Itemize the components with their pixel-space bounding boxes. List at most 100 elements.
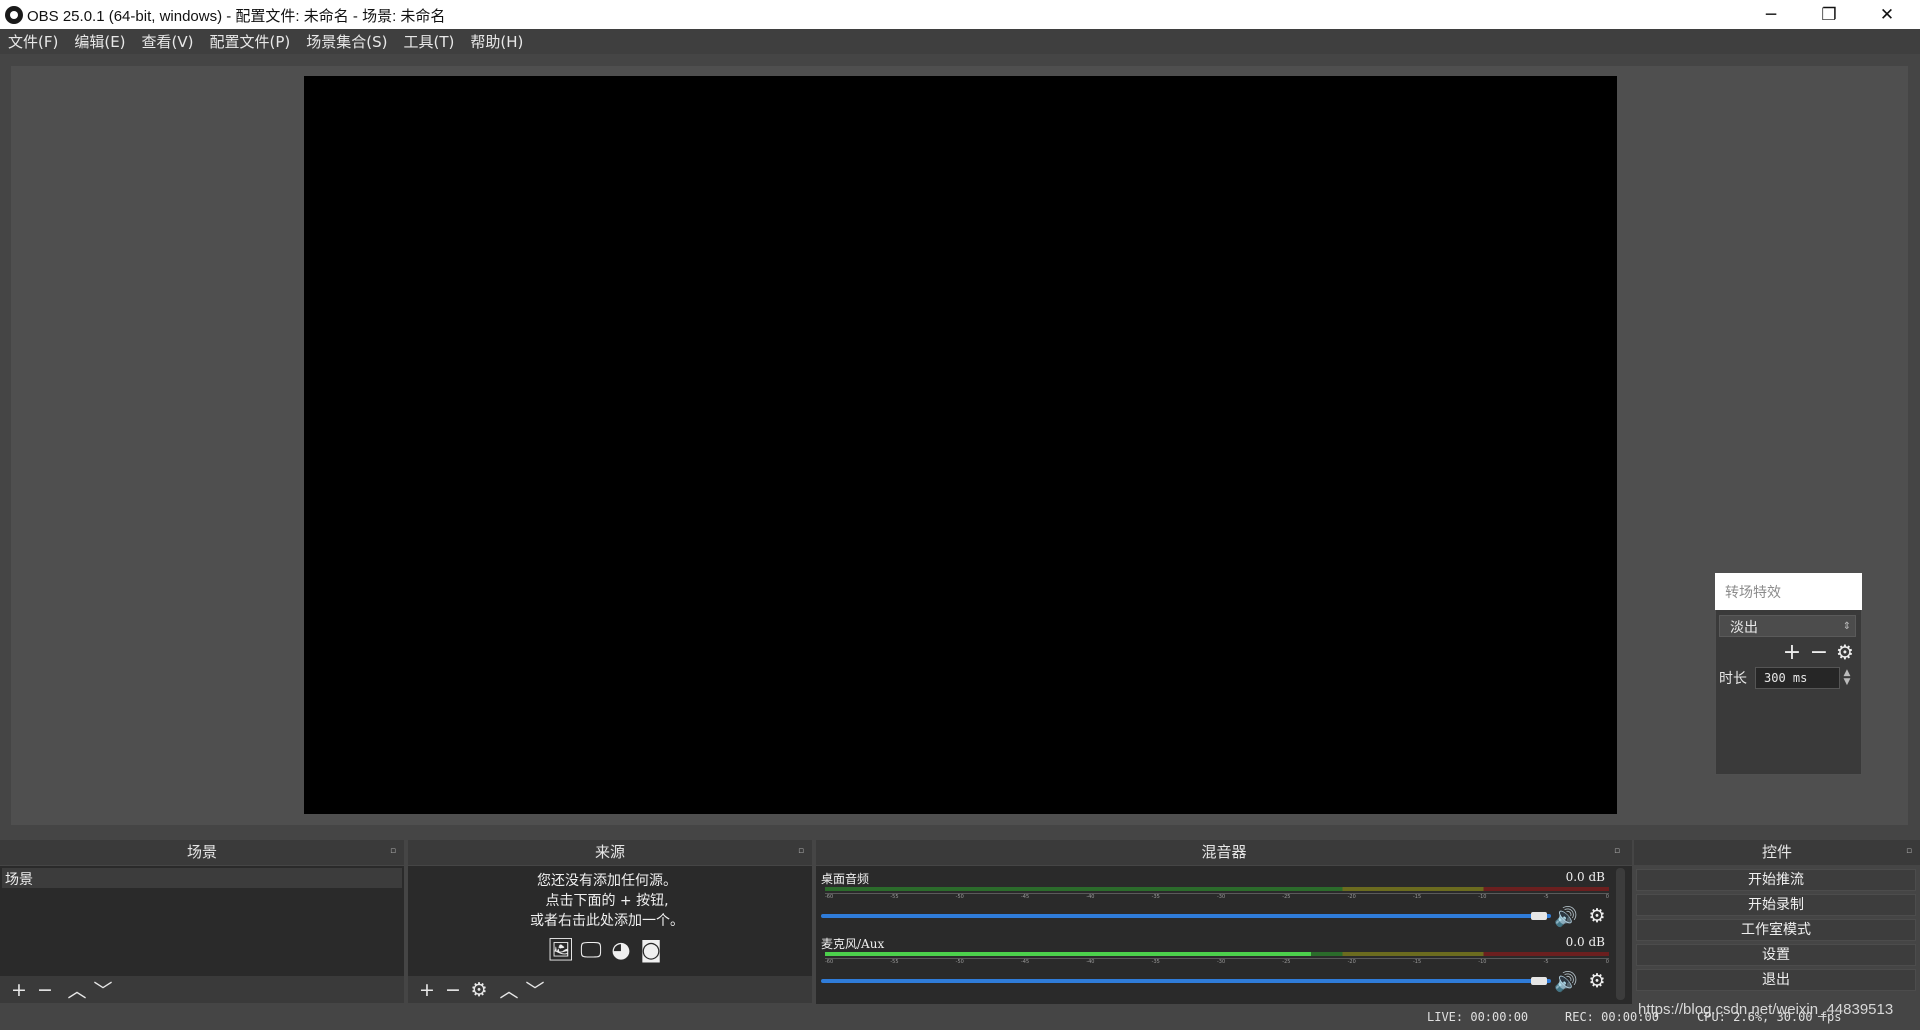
duration-label: 时长: [1719, 671, 1747, 687]
transition-header: 转场特效: [1715, 573, 1862, 610]
meter-tick-label: -20: [1347, 959, 1356, 965]
mixer-channel-desktop: 桌面音频 0.0 dB -60 -55 -50 -45 -40 -35 -30 -25 -20 -…: [821, 870, 1611, 930]
move-scene-up-button[interactable]: ︿: [64, 976, 90, 1003]
sources-toolbar: + − ⚙ ︿ ﹀: [408, 976, 812, 1003]
menu-bar: 文件(F) 编辑(E) 查看(V) 配置文件(P) 场景集合(S) 工具(T) …: [0, 29, 1920, 54]
start-streaming-button[interactable]: 开始推流: [1636, 869, 1916, 891]
menu-tools[interactable]: 工具(T): [395, 31, 462, 52]
source-type-icons: 🖼 🖵 ◕ ◙: [547, 937, 664, 967]
sources-empty-hint: 您还没有添加任何源。 点击下面的 + 按钮, 或者右击此处添加一个。: [408, 871, 806, 931]
channel-name: 麦克风/Aux: [821, 937, 885, 951]
restore-button[interactable]: ❐: [1800, 0, 1858, 29]
meter-tick-label: -60: [825, 959, 834, 965]
scenes-dock-title: 场景: [0, 840, 404, 865]
duration-spinner-icon[interactable]: ▲ ▼: [1840, 667, 1854, 689]
studio-mode-button[interactable]: 工作室模式: [1636, 919, 1916, 941]
meter-tick-label: -40: [1086, 894, 1095, 900]
meter-tick-label: -55: [890, 894, 899, 900]
volume-slider-handle[interactable]: [1531, 912, 1547, 920]
meter-tick-label: -50: [955, 894, 964, 900]
volume-slider[interactable]: [821, 914, 1551, 918]
meter-tick-label: -25: [1282, 959, 1291, 965]
mixer-scrollbar[interactable]: [1616, 868, 1625, 1000]
volume-meter: [825, 887, 1609, 891]
add-source-button[interactable]: +: [414, 976, 440, 1003]
minimize-button[interactable]: ─: [1742, 0, 1800, 29]
menu-edit[interactable]: 编辑(E): [66, 31, 133, 52]
meter-tick-label: -25: [1282, 894, 1291, 900]
meter-tick-label: -35: [1151, 894, 1160, 900]
menu-help[interactable]: 帮助(H): [462, 31, 531, 52]
menu-view[interactable]: 查看(V): [134, 31, 202, 52]
remove-transition-button[interactable]: −: [1808, 640, 1830, 665]
hint-line: 您还没有添加任何源。: [537, 873, 677, 889]
meter-tick-label: -35: [1151, 959, 1160, 965]
hint-line: 点击下面的 + 按钮,: [545, 893, 669, 909]
monitor-icon: 🖵: [580, 937, 602, 963]
meter-tick-label: -40: [1086, 959, 1095, 965]
add-transition-button[interactable]: +: [1781, 640, 1803, 665]
live-timer: LIVE: 00:00:00: [1427, 1010, 1529, 1024]
meter-tick-label: -45: [1020, 894, 1030, 900]
meter-ticks: -60 -55 -50 -45 -40 -35 -30 -25 -20 -15 -10 -5 0: [825, 893, 1609, 903]
menu-file[interactable]: 文件(F): [0, 31, 66, 52]
meter-tick-label: -30: [1216, 894, 1226, 900]
channel-name: 桌面音频: [821, 872, 870, 886]
meter-tick-label: -60: [825, 894, 834, 900]
menu-profile[interactable]: 配置文件(P): [202, 31, 299, 52]
source-properties-gear-icon[interactable]: ⚙: [466, 976, 492, 1003]
settings-button[interactable]: 设置: [1636, 944, 1916, 966]
camera-icon: ◙: [640, 937, 662, 963]
meter-tick-label: -15: [1412, 894, 1422, 900]
meter-tick-label: -5: [1543, 959, 1549, 965]
remove-source-button[interactable]: −: [440, 976, 466, 1003]
mixer-float-icon[interactable]: ▫: [1614, 846, 1624, 856]
meter-tick-label: 0: [1605, 894, 1609, 900]
speaker-icon[interactable]: 🔊: [1554, 904, 1578, 928]
meter-tick-label: -55: [890, 959, 899, 965]
meter-tick-label: -50: [955, 959, 964, 965]
controls-float-icon[interactable]: ▫: [1906, 846, 1916, 856]
move-source-up-button[interactable]: ︿: [496, 976, 522, 1003]
globe-icon: ◕: [611, 937, 631, 963]
hint-line: 或者右击此处添加一个。: [530, 913, 684, 929]
obs-logo-icon: [5, 6, 23, 24]
meter-tick-label: -15: [1412, 959, 1422, 965]
add-scene-button[interactable]: +: [6, 976, 32, 1003]
meter-tick-label: -10: [1478, 894, 1487, 900]
meter-ticks: -60 -55 -50 -45 -40 -35 -30 -25 -20 -15 -10 -5 0: [825, 958, 1609, 968]
scenes-toolbar: + − ︿ ﹀: [0, 976, 404, 1003]
duration-input[interactable]: 300 ms: [1755, 667, 1840, 689]
controls-dock-title: 控件: [1634, 840, 1920, 865]
channel-settings-gear-icon[interactable]: ⚙: [1585, 904, 1609, 928]
move-scene-down-button[interactable]: ﹀: [90, 976, 116, 1003]
image-icon: 🖼: [547, 937, 575, 963]
mixer-channel-mic: 麦克风/Aux 0.0 dB -60 -55 -50 -45 -40 -35 -30 -25-…: [821, 935, 1611, 995]
menu-scene-collection[interactable]: 场景集合(S): [298, 31, 395, 52]
scenes-float-icon[interactable]: ▫: [390, 846, 400, 856]
window-title: OBS 25.0.1 (64-bit, windows) - 配置文件: 未命名…: [27, 8, 446, 25]
move-source-down-button[interactable]: ﹀: [522, 976, 548, 1003]
volume-meter: [825, 952, 1609, 956]
scene-item[interactable]: 场景: [2, 868, 402, 888]
meter-tick-label: -45: [1020, 959, 1030, 965]
channel-db: 0.0 dB: [1565, 935, 1605, 949]
preview-canvas[interactable]: [304, 76, 1617, 814]
mixer-dock-title: 混音器: [816, 840, 1632, 865]
meter-tick-label: -20: [1347, 894, 1356, 900]
remove-scene-button[interactable]: −: [32, 976, 58, 1003]
volume-slider[interactable]: [821, 979, 1551, 983]
sources-float-icon[interactable]: ▫: [798, 846, 808, 856]
exit-button[interactable]: 退出: [1636, 969, 1916, 991]
close-button[interactable]: ✕: [1858, 0, 1916, 29]
start-recording-button[interactable]: 开始录制: [1636, 894, 1916, 916]
volume-slider-handle[interactable]: [1531, 977, 1547, 985]
meter-tick-label: 0: [1605, 959, 1609, 965]
channel-db: 0.0 dB: [1565, 870, 1605, 884]
transition-settings-gear-icon[interactable]: ⚙: [1834, 640, 1856, 664]
meter-tick-label: -30: [1216, 959, 1226, 965]
transition-select[interactable]: 淡出: [1719, 615, 1856, 637]
speaker-icon[interactable]: 🔊: [1554, 969, 1578, 993]
channel-settings-gear-icon[interactable]: ⚙: [1585, 969, 1609, 993]
sources-dock-title: 来源: [408, 840, 812, 865]
